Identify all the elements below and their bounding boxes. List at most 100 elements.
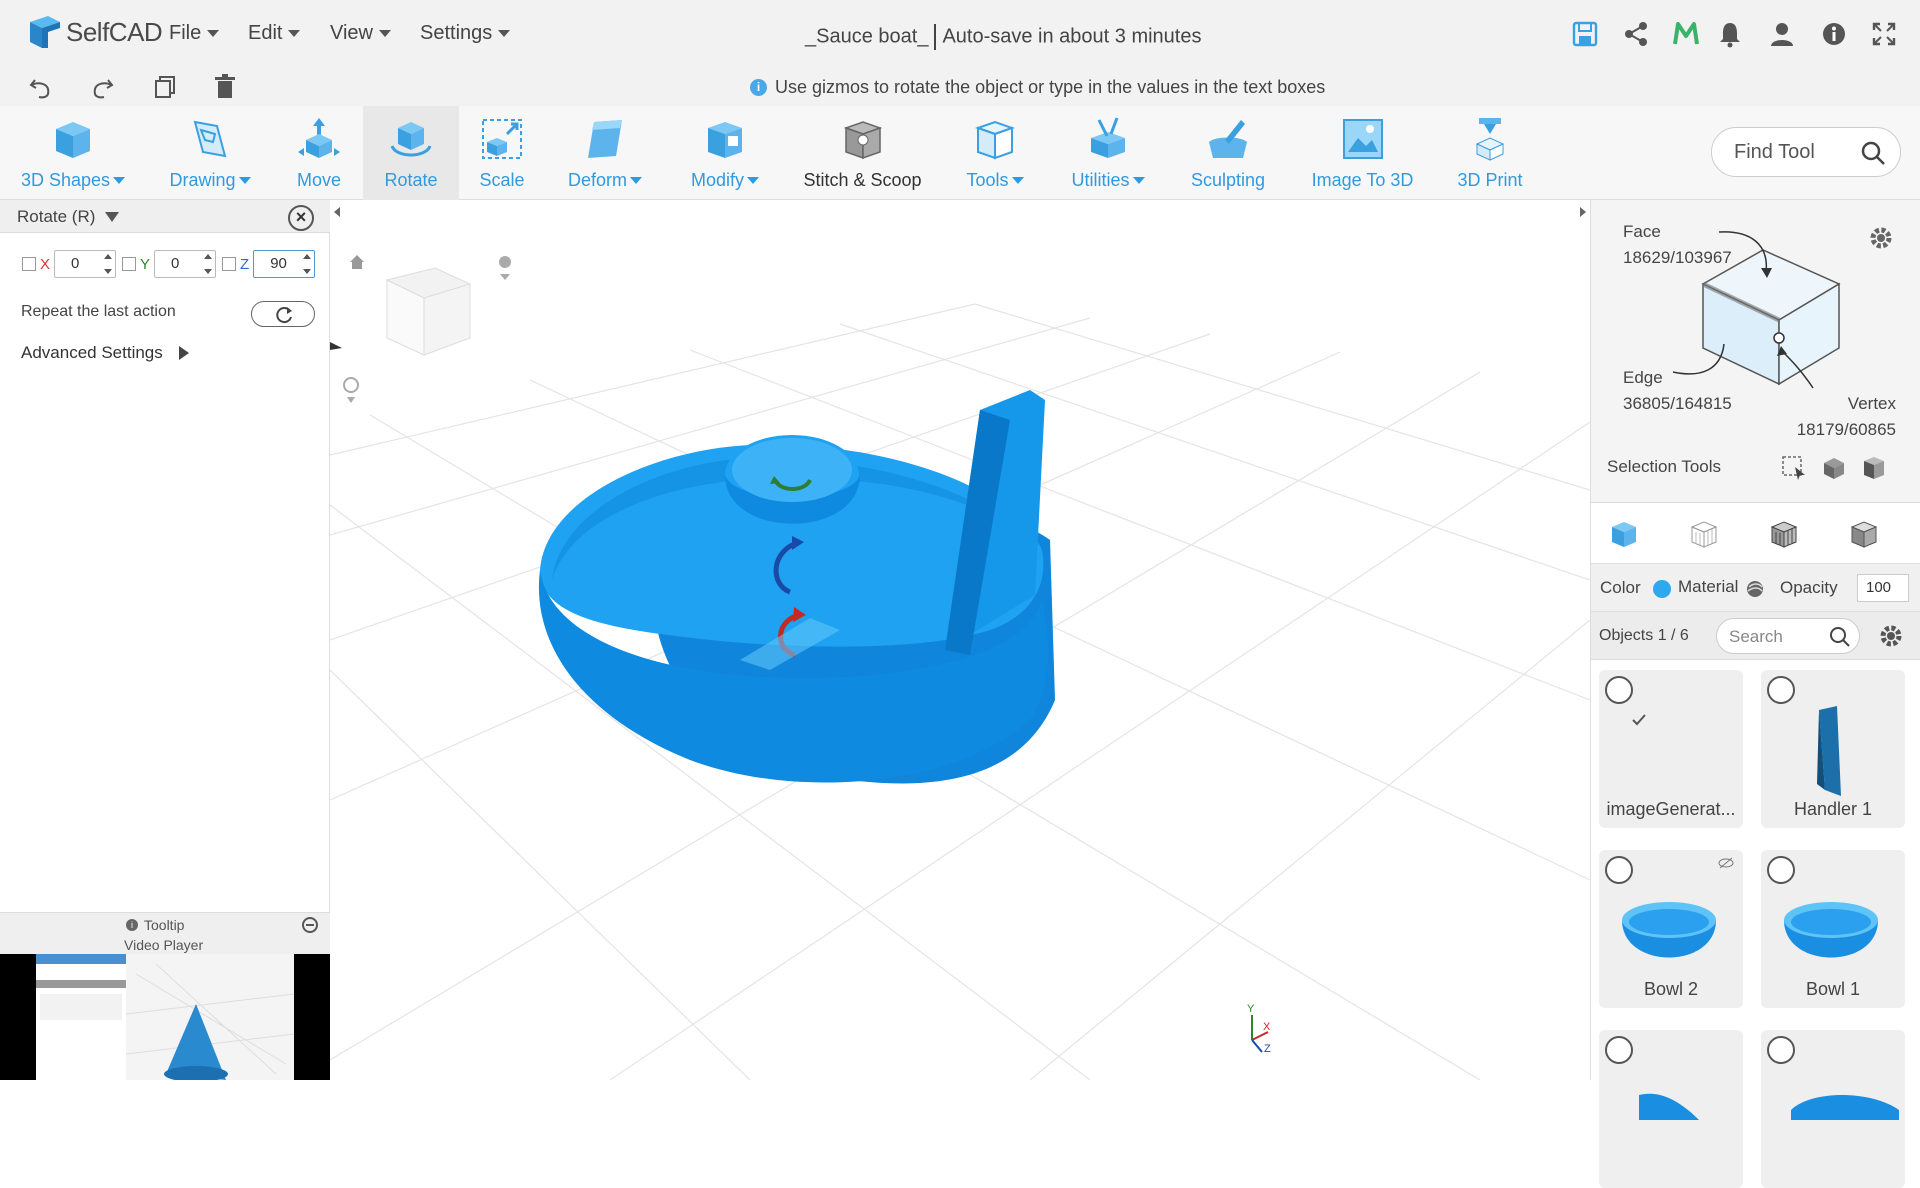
- search-icon[interactable]: [1860, 140, 1886, 166]
- color-swatch[interactable]: [1653, 580, 1671, 598]
- save-icon[interactable]: [1571, 20, 1599, 48]
- stepper-icon[interactable]: [104, 254, 113, 274]
- sauce-boat-model[interactable]: [538, 390, 1055, 784]
- light-icon[interactable]: [499, 256, 511, 280]
- object-card[interactable]: Bowl 2: [1599, 850, 1743, 1008]
- gear-icon[interactable]: [1877, 622, 1905, 650]
- caret-right-icon: [178, 346, 189, 360]
- tool-move[interactable]: Move: [280, 106, 358, 200]
- info-icon[interactable]: [1820, 20, 1848, 48]
- stepper-icon[interactable]: [303, 254, 312, 274]
- svg-text:Z: Z: [1264, 1043, 1271, 1055]
- objects-grid: imageGenerat... Handler 1 Bowl 2 Bowl 1: [1591, 660, 1920, 1188]
- tool-sculpting[interactable]: Sculpting: [1178, 106, 1278, 200]
- navigation-cube[interactable]: [385, 267, 472, 356]
- collapse-right-icon[interactable]: [1580, 207, 1586, 217]
- hint-message: Use gizmos to rotate the object or type …: [775, 77, 1326, 97]
- tool-3d-print[interactable]: 3D Print: [1445, 106, 1535, 200]
- menu-view[interactable]: View: [330, 22, 391, 45]
- menu-settings-label: Settings: [420, 22, 493, 44]
- objects-search-input[interactable]: Search: [1716, 618, 1860, 654]
- z-rotation-input[interactable]: 90: [253, 250, 316, 278]
- home-icon[interactable]: [350, 255, 364, 269]
- menu-settings[interactable]: Settings: [420, 22, 511, 45]
- rotate-axis-inputs: X 0 Y 0 Z 90: [22, 250, 321, 278]
- tool-deform[interactable]: Deform: [555, 106, 655, 200]
- tooltip-title-text: Tooltip: [144, 917, 185, 933]
- chevron-down-icon: [238, 177, 251, 184]
- material-icon[interactable]: [1745, 579, 1765, 599]
- tool-drawing[interactable]: Drawing: [155, 106, 265, 200]
- object-checkbox[interactable]: [1605, 676, 1646, 726]
- object-thumbnail: [1639, 1093, 1699, 1120]
- face-mode-icon[interactable]: [1688, 518, 1720, 550]
- vertex-mode-icon[interactable]: [1848, 518, 1880, 550]
- object-card[interactable]: [1599, 1030, 1743, 1188]
- search-icon[interactable]: [1829, 626, 1851, 648]
- select-all-icon[interactable]: [1821, 455, 1847, 481]
- tool-3d-shapes[interactable]: 3D Shapes: [8, 106, 138, 200]
- x-rotation-input[interactable]: 0: [54, 250, 117, 278]
- trash-icon[interactable]: [210, 72, 240, 102]
- opacity-input[interactable]: 100: [1857, 574, 1909, 602]
- user-icon[interactable]: [1768, 20, 1796, 48]
- x-axis-checkbox[interactable]: [22, 257, 36, 271]
- share-icon[interactable]: [1622, 20, 1650, 48]
- tool-move-label: Move: [296, 170, 341, 190]
- close-icon[interactable]: ×: [288, 205, 314, 231]
- selfcad-logo[interactable]: SelfCAD: [28, 14, 163, 50]
- tool-utilities[interactable]: Utilities: [1060, 106, 1156, 200]
- tool-3d-shapes-label: 3D Shapes: [20, 170, 111, 190]
- 3d-viewport[interactable]: Y X Z: [330, 200, 1590, 1080]
- document-name[interactable]: _Sauce boat_: [805, 25, 928, 47]
- tooltip-header: i Tooltip Video Player: [0, 912, 330, 954]
- edge-mode-icon[interactable]: [1768, 518, 1800, 550]
- y-axis-checkbox[interactable]: [122, 257, 137, 271]
- y-rotation-input[interactable]: 0: [154, 250, 217, 278]
- menu-edit[interactable]: Edit: [248, 22, 301, 45]
- tooltip-video-player[interactable]: [0, 954, 330, 1080]
- tool-drawing-label: Drawing: [169, 170, 236, 190]
- object-card[interactable]: Bowl 1: [1761, 850, 1905, 1008]
- rotate-panel: Rotate (R) × X 0 Y 0 Z 90 Repeat the las…: [0, 200, 330, 1080]
- undo-icon[interactable]: [26, 72, 56, 102]
- fullscreen-icon[interactable]: [1870, 20, 1898, 48]
- tool-tools[interactable]: Tools: [950, 106, 1040, 200]
- rotate-panel-title[interactable]: Rotate (R): [17, 207, 120, 227]
- object-name: Handler 1: [1793, 799, 1873, 819]
- z-axis-checkbox[interactable]: [222, 257, 237, 271]
- find-tool-search[interactable]: Find Tool: [1711, 127, 1901, 177]
- object-mode-icon[interactable]: [1608, 518, 1640, 550]
- myminifactory-icon[interactable]: [1672, 20, 1700, 48]
- tool-rotate[interactable]: Rotate: [363, 106, 459, 200]
- advanced-settings-toggle[interactable]: Advanced Settings: [21, 343, 189, 363]
- collapse-left-icon[interactable]: [334, 207, 340, 217]
- cube-icon: [56, 122, 90, 158]
- utilities-icon: [1091, 117, 1125, 158]
- copy-icon[interactable]: [150, 72, 180, 102]
- menu-file[interactable]: File: [169, 22, 220, 45]
- invert-select-icon[interactable]: [1861, 455, 1887, 481]
- scene-canvas[interactable]: Y X Z: [330, 200, 1590, 1080]
- tool-modify[interactable]: Modify: [675, 106, 775, 200]
- object-card[interactable]: imageGenerat...: [1599, 670, 1743, 828]
- redo-icon[interactable]: [87, 72, 117, 102]
- tool-scale[interactable]: Scale: [462, 106, 542, 200]
- stepper-icon[interactable]: [204, 254, 213, 274]
- opacity-value: 100: [1866, 579, 1892, 596]
- collapse-icon[interactable]: [302, 917, 318, 933]
- object-card[interactable]: Handler 1: [1761, 670, 1905, 828]
- box-select-icon[interactable]: [1781, 455, 1807, 481]
- tool-image-to-3d[interactable]: Image To 3D: [1300, 106, 1425, 200]
- repeat-last-action-button[interactable]: [251, 301, 315, 327]
- bell-icon[interactable]: [1716, 20, 1744, 48]
- orbit-icon[interactable]: [343, 377, 359, 403]
- object-name: Bowl 2: [1643, 979, 1699, 999]
- gear-icon[interactable]: [1867, 224, 1895, 252]
- chevron-down-icon: [207, 30, 220, 37]
- stitch-scoop-icon: [843, 121, 882, 160]
- object-card[interactable]: [1761, 1030, 1905, 1188]
- hidden-eye-icon[interactable]: [1717, 856, 1735, 870]
- tool-stitch-scoop[interactable]: Stitch & Scoop: [795, 106, 930, 200]
- drawing-icon: [193, 120, 227, 158]
